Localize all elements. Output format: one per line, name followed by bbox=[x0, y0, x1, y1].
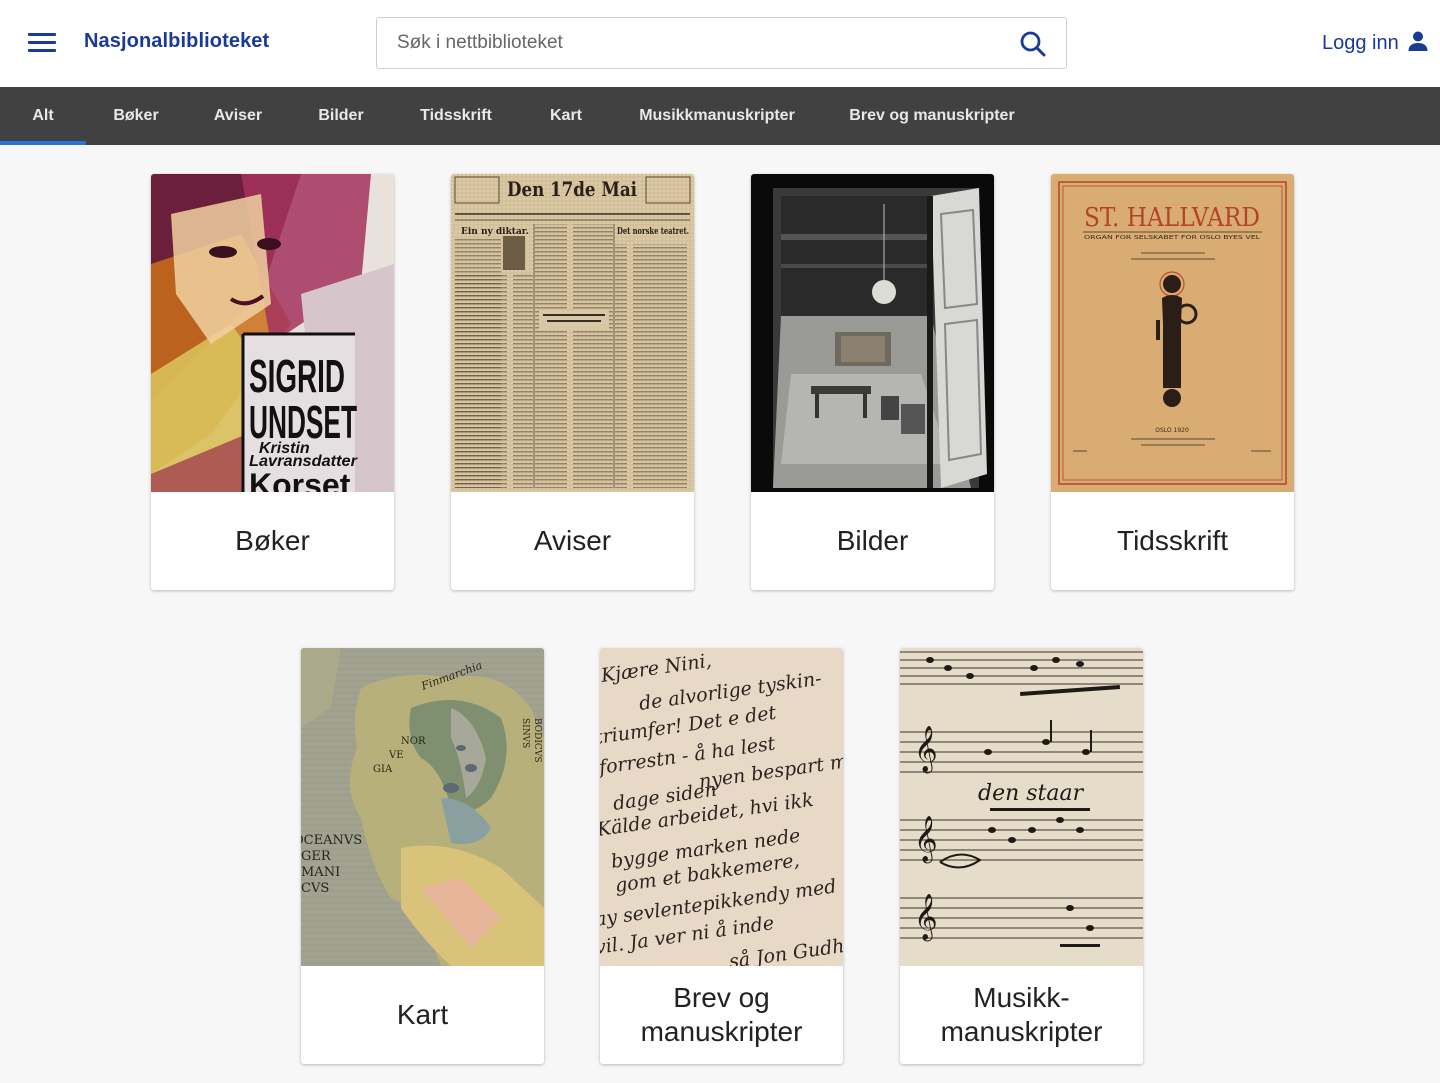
map-label-ve: VE bbox=[388, 750, 404, 761]
tab-musikkmanuskripter[interactable]: Musikkmanuskripter bbox=[630, 87, 804, 145]
book-cover-image: SIGRID UNDSET Kristin Lavransdatter Kors… bbox=[151, 174, 394, 492]
map-label-gia: GIA bbox=[373, 764, 393, 775]
category-card-boker[interactable]: SIGRID UNDSET Kristin Lavransdatter Kors… bbox=[151, 174, 394, 590]
category-card-brev-og-manuskripter[interactable]: Kjære Nini, de alvorlige tyskin- triumfe… bbox=[600, 648, 843, 1064]
photo-image bbox=[751, 174, 994, 492]
svg-text:𝄞: 𝄞 bbox=[914, 816, 938, 864]
journal-footer: OSLO 1920 bbox=[1155, 427, 1189, 434]
map-label-oceanvs: OCEANVS bbox=[301, 833, 362, 848]
category-card-musikkmanuskripter[interactable]: 𝄞 𝄞 𝄞 den staar Musikk- manuskripter bbox=[900, 648, 1143, 1064]
card-label: Musikk- manuskripter bbox=[900, 966, 1143, 1064]
login-label: Logg inn bbox=[1322, 31, 1399, 54]
category-tab-bar: Alt Bøker Aviser Bilder Tidsskrift Kart … bbox=[0, 87, 1440, 145]
card-label: Bilder bbox=[836, 525, 909, 556]
category-card-aviser[interactable]: Den 17de Mai Ein ny diktar. Det norske t… bbox=[451, 174, 694, 590]
top-header: Nasjonalbiblioteket Logg inn bbox=[0, 0, 1440, 87]
tab-tidsskrift[interactable]: Tidsskrift bbox=[410, 87, 502, 145]
svg-text:𝄞: 𝄞 bbox=[914, 894, 938, 942]
card-label: Bøker bbox=[235, 525, 310, 556]
card-label-text: manuskripter bbox=[940, 1016, 1103, 1047]
newspaper-headline-2: Det norske teatret. bbox=[617, 227, 689, 237]
card-label: Brev og manuskripter bbox=[600, 966, 843, 1064]
newspaper-image: Den 17de Mai Ein ny diktar. Det norske t… bbox=[451, 174, 694, 492]
music-lyric: den staar bbox=[978, 781, 1085, 806]
letter-image: Kjære Nini, de alvorlige tyskin- triumfe… bbox=[600, 648, 843, 966]
cover-title-3: Korset bbox=[249, 467, 351, 492]
svg-text:𝄞: 𝄞 bbox=[914, 726, 938, 774]
card-label: Kart bbox=[396, 999, 449, 1030]
hamburger-menu-icon[interactable] bbox=[26, 31, 58, 55]
search-icon[interactable] bbox=[1018, 29, 1048, 59]
category-card-kart[interactable]: Finmarchia NOR VE GIA OCEANVS GER MANI C… bbox=[301, 648, 544, 1064]
map-label-nor: NOR bbox=[401, 736, 426, 747]
category-card-bilder[interactable]: Bilder bbox=[751, 174, 994, 590]
search-input[interactable] bbox=[377, 18, 1007, 68]
journal-title: ST. HALLVARD bbox=[1084, 203, 1260, 233]
brand-logo-text[interactable]: Nasjonalbiblioteket bbox=[84, 30, 269, 53]
journal-cover-image: ST. HALLVARD ORGAN FOR SELSKABET FOR OSL… bbox=[1051, 174, 1294, 492]
tab-kart[interactable]: Kart bbox=[540, 87, 592, 145]
tab-brev-og-manuskripter[interactable]: Brev og manuskripter bbox=[842, 87, 1022, 145]
card-label: Tidsskrift bbox=[1117, 525, 1228, 556]
tab-alt[interactable]: Alt bbox=[0, 87, 86, 145]
journal-subtitle: ORGAN FOR SELSKABET FOR OSLO BYES VEL bbox=[1084, 235, 1260, 241]
music-manuscript-image: 𝄞 𝄞 𝄞 den staar bbox=[900, 648, 1143, 966]
map-image: Finmarchia NOR VE GIA OCEANVS GER MANI C… bbox=[301, 648, 544, 966]
map-label-sinvs: SINVS bbox=[520, 718, 530, 748]
tab-boker[interactable]: Bøker bbox=[100, 87, 172, 145]
search-box bbox=[376, 17, 1067, 69]
login-button[interactable]: Logg inn bbox=[1322, 30, 1429, 56]
tab-aviser[interactable]: Aviser bbox=[204, 87, 272, 145]
newspaper-headline-1: Ein ny diktar. bbox=[461, 227, 529, 237]
map-label-ger: GER bbox=[301, 849, 332, 864]
cover-author-first: SIGRID bbox=[249, 350, 345, 402]
category-card-tidsskrift[interactable]: ST. HALLVARD ORGAN FOR SELSKABET FOR OSL… bbox=[1051, 174, 1294, 590]
newspaper-masthead: Den 17de Mai bbox=[507, 177, 637, 201]
map-label-cvs: CVS bbox=[301, 881, 329, 896]
card-label-text: Musikk- bbox=[973, 982, 1070, 1013]
tab-bilder[interactable]: Bilder bbox=[308, 87, 374, 145]
user-icon bbox=[1407, 30, 1429, 57]
card-label: Aviser bbox=[533, 525, 612, 556]
map-label-bodicvs: BODICVS bbox=[532, 718, 542, 762]
map-label-mani: MANI bbox=[301, 865, 340, 880]
card-label-text: Brev og manuskripter bbox=[640, 982, 803, 1047]
